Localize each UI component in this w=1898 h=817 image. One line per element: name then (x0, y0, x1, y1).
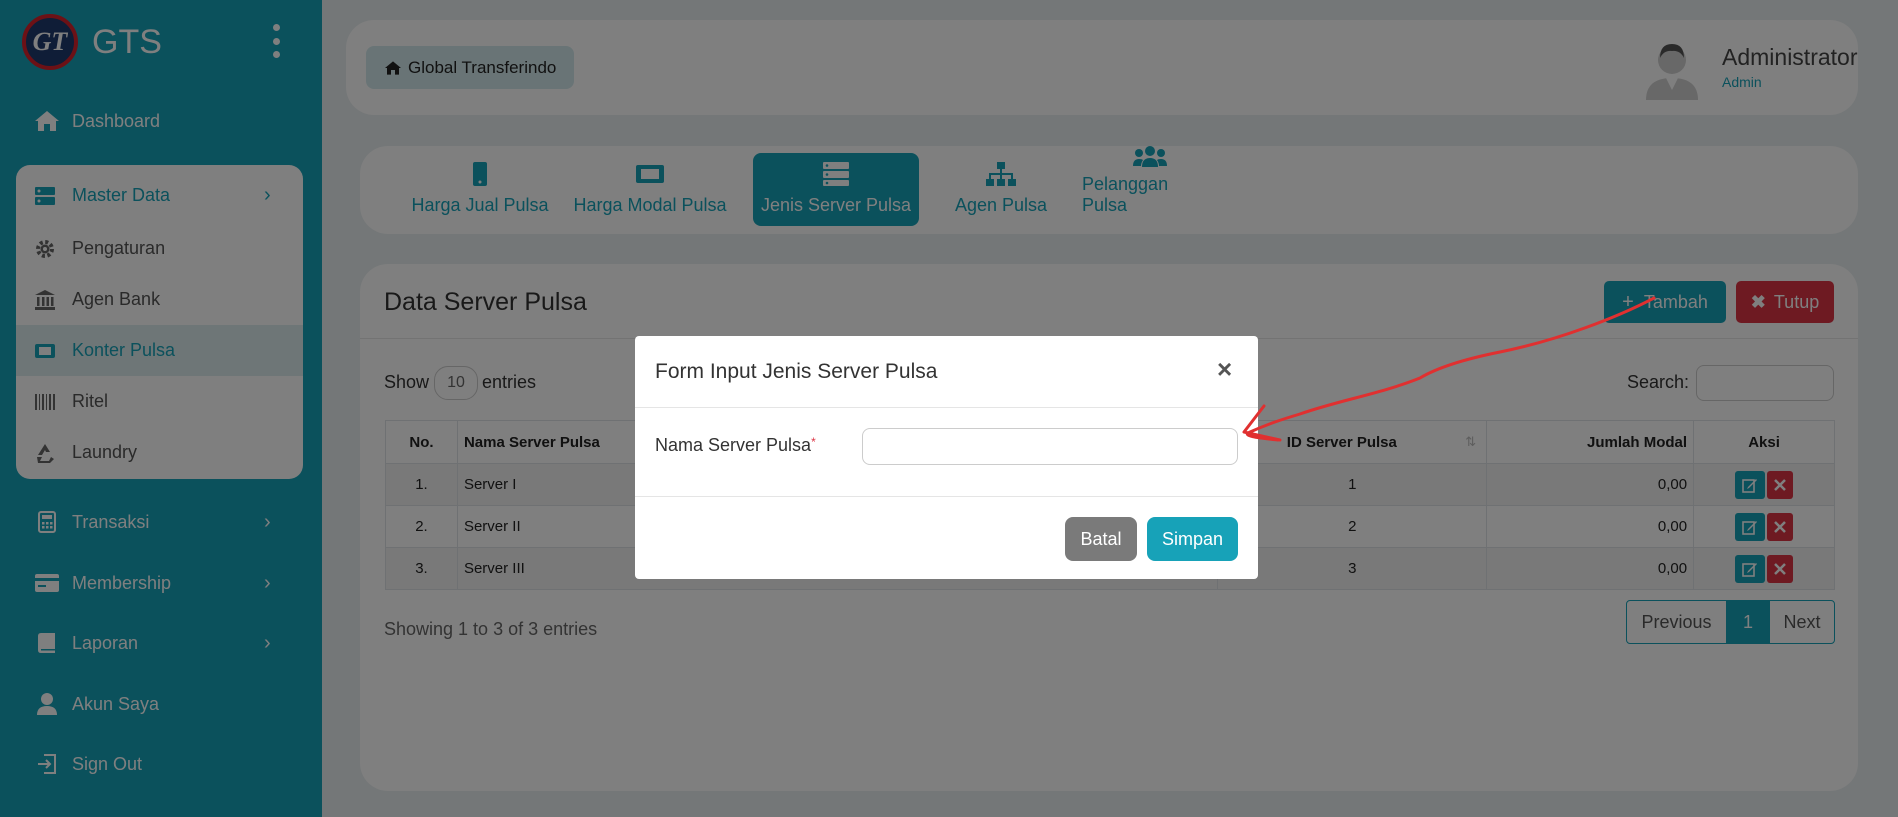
modal-close-button[interactable]: × (1217, 354, 1232, 385)
divider (635, 407, 1258, 408)
required-mark: * (811, 435, 816, 449)
save-button[interactable]: Simpan (1147, 517, 1238, 561)
form-modal: Form Input Jenis Server Pulsa × Nama Ser… (635, 336, 1258, 579)
cancel-button[interactable]: Batal (1065, 517, 1137, 561)
field-label-text: Nama Server Pulsa (655, 435, 812, 455)
nama-server-pulsa-input[interactable] (862, 428, 1238, 465)
field-label: Nama Server Pulsa* (655, 435, 816, 456)
divider (635, 496, 1258, 497)
modal-title: Form Input Jenis Server Pulsa (655, 360, 938, 383)
